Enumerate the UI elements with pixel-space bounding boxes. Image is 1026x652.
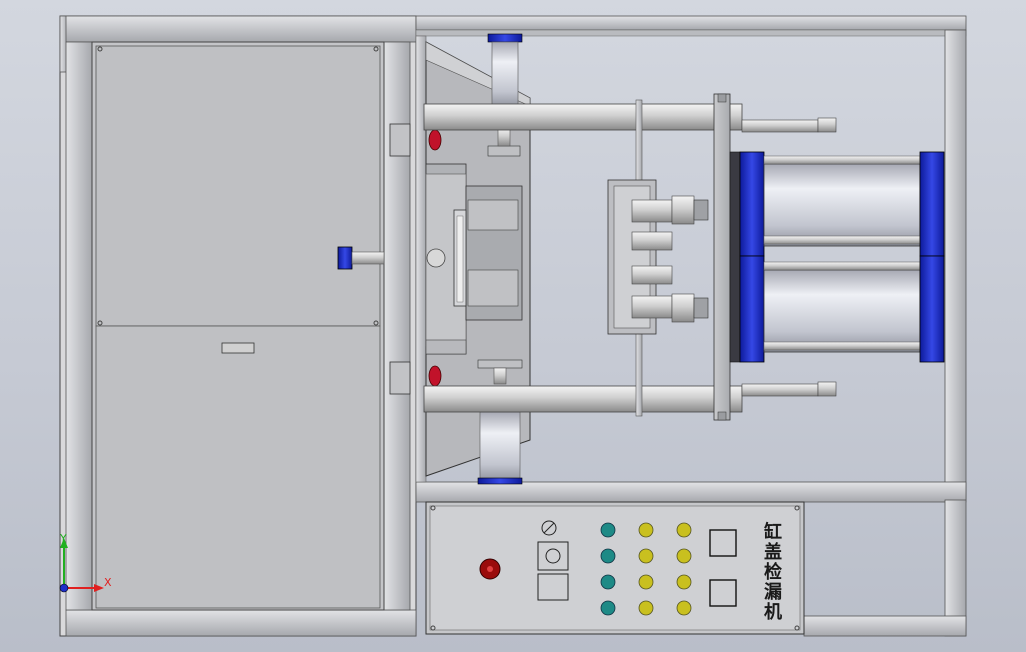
bottom-vertical-cylinder — [477, 411, 523, 485]
lower-guide-rod — [423, 381, 837, 413]
upper-door-panel — [95, 45, 381, 327]
pneumatic-cylinder-lower — [739, 255, 945, 363]
flange-plate — [713, 93, 741, 421]
indicator-lamp — [600, 574, 616, 590]
indicator-lamp — [638, 548, 654, 564]
clamp-head — [607, 179, 709, 335]
z-axis-dot — [59, 583, 69, 593]
pneumatic-cylinder-upper — [739, 151, 945, 257]
blue-latch — [337, 246, 353, 270]
indicator-lamp — [600, 600, 616, 616]
indicator-lamp — [638, 600, 654, 616]
emergency-stop-button[interactable] — [479, 558, 501, 580]
left-cabinet — [59, 15, 417, 637]
indicator-lamp — [676, 600, 692, 616]
indicator-lamp — [676, 574, 692, 590]
red-stopper-top — [428, 129, 442, 151]
y-axis-label: Y — [60, 532, 67, 545]
indicator-lamp — [600, 548, 616, 564]
red-stopper-bottom — [428, 365, 442, 387]
machine-name-label: 缸盖检漏机 — [761, 522, 782, 622]
indicator-lamp — [600, 522, 616, 538]
door-handle — [221, 342, 255, 354]
indicator-lamp — [638, 574, 654, 590]
cad-viewport: 缸盖检漏机 X Y — [0, 0, 1026, 652]
top-vertical-cylinder — [487, 33, 523, 109]
lower-door-panel — [95, 325, 381, 609]
control-panel — [425, 501, 805, 635]
x-axis-label: X — [104, 576, 112, 589]
upper-guide-rod — [423, 103, 837, 133]
indicator-lamp — [676, 548, 692, 564]
indicator-lamp — [676, 522, 692, 538]
indicator-lamp — [638, 522, 654, 538]
machine-drawing — [59, 15, 967, 637]
